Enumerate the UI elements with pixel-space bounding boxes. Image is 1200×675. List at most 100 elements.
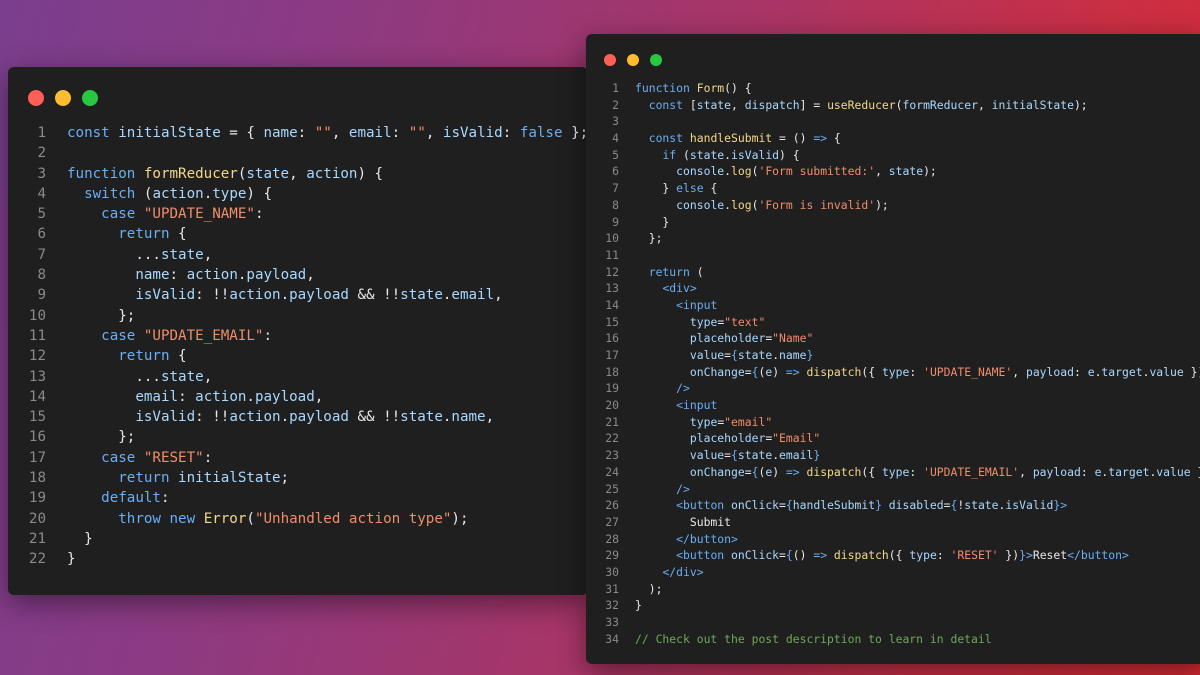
code-token: "" [314, 125, 332, 141]
line-number: 15 [605, 314, 619, 329]
code-token: ( [135, 185, 153, 202]
code-token: switch [84, 185, 136, 202]
code-text: isValid: !!action.payload && !!state.ema… [67, 285, 502, 305]
code-line: 2 [8, 143, 588, 163]
reducer-code-block: 1 const initialState = { name: "", email:… [8, 123, 588, 570]
code-token: email [451, 287, 495, 304]
code-token: onClick [731, 498, 780, 513]
code-text: function formReducer(state, action) { [67, 164, 383, 184]
code-token: => [785, 364, 800, 379]
code-token: Error [203, 510, 247, 527]
code-token: = [724, 448, 732, 463]
code-token: ( [689, 264, 704, 279]
code-token: action [186, 267, 238, 284]
code-token: ; [280, 470, 290, 487]
code-token: name [263, 125, 298, 141]
code-line: 25 /> [586, 481, 1200, 498]
minimize-dot-icon[interactable] [627, 54, 639, 66]
code-token: }; [67, 307, 136, 324]
line-number: 18 [605, 364, 619, 379]
code-token: : [1073, 364, 1088, 379]
code-token: : [1080, 464, 1095, 479]
code-token: e [1087, 364, 1095, 379]
code-token: Submit [635, 514, 732, 529]
maximize-dot-icon[interactable] [650, 54, 662, 66]
code-token: . [724, 164, 732, 179]
code-token: isValid [135, 287, 196, 304]
maximize-dot-icon[interactable] [82, 90, 98, 106]
code-token: ) { [779, 147, 800, 162]
code-token: isValid [731, 147, 780, 162]
code-token: state [689, 147, 725, 162]
close-dot-icon[interactable] [604, 54, 616, 66]
code-text: isValid: !!action.payload && !!state.nam… [67, 407, 494, 427]
code-token: type [909, 548, 937, 563]
code-token: , [485, 409, 495, 426]
code-token: "text" [724, 314, 766, 329]
code-token: state [160, 368, 204, 385]
code-token: action [229, 287, 281, 304]
code-token: type [881, 364, 910, 379]
code-line: 10 }; [586, 230, 1200, 247]
code-token: </button> [1067, 548, 1129, 563]
line-number: 6 [612, 164, 619, 179]
code-token: > [1025, 548, 1033, 563]
code-token: && !! [348, 409, 401, 426]
reducer-code-window: 1 const initialState = { name: "", email:… [8, 67, 588, 595]
code-text: } [67, 529, 93, 549]
code-token: useReducer [827, 97, 896, 112]
code-token: function [67, 165, 144, 182]
code-line: 3 [586, 113, 1200, 130]
code-line: 10 }; [8, 306, 588, 326]
code-token: ({ [861, 364, 882, 379]
line-number: 14 [28, 388, 46, 405]
code-token: : [160, 490, 170, 507]
code-token: onChange [689, 364, 745, 379]
code-token: , [289, 165, 307, 182]
line-number: 21 [28, 530, 46, 547]
code-token: case [101, 449, 144, 466]
code-token: action [152, 185, 204, 202]
code-text: type="email" [635, 414, 772, 431]
code-token: }) [1190, 364, 1200, 379]
code-text: value={state.email} [635, 447, 820, 464]
code-line: 4 const handleSubmit = () => { [586, 130, 1200, 147]
code-token: { [785, 498, 793, 513]
code-token: <button [676, 548, 725, 563]
code-token: email [779, 448, 814, 463]
code-line: 29 <button onClick={() => dispatch({ typ… [586, 547, 1200, 564]
code-token: log [731, 197, 752, 212]
line-number: 6 [37, 226, 46, 243]
minimize-dot-icon[interactable] [55, 90, 71, 106]
code-token: <div> [662, 281, 697, 296]
line-number: 18 [28, 470, 46, 487]
code-token: ... [67, 368, 161, 385]
code-token: , [875, 164, 889, 179]
code-token: } [635, 214, 670, 229]
code-token: if [662, 147, 677, 162]
code-text: return ( [635, 264, 704, 281]
code-token: 'UPDATE_EMAIL' [923, 464, 1020, 479]
code-line: 27 Submit [586, 514, 1200, 531]
code-token: ( [676, 147, 690, 162]
close-dot-icon[interactable] [28, 90, 44, 106]
code-line: 17 case "RESET": [8, 448, 588, 468]
code-text: ); [635, 581, 663, 598]
code-token: : [936, 548, 951, 563]
code-token: formReducer [143, 165, 238, 182]
code-token: } [875, 498, 882, 513]
line-number: 17 [605, 348, 619, 362]
code-line: 1 function Form() { [586, 80, 1200, 97]
code-token: </button> [676, 531, 738, 546]
code-token: initialState [991, 97, 1074, 112]
code-line: 31 ); [586, 581, 1200, 598]
code-token: return [118, 348, 170, 365]
